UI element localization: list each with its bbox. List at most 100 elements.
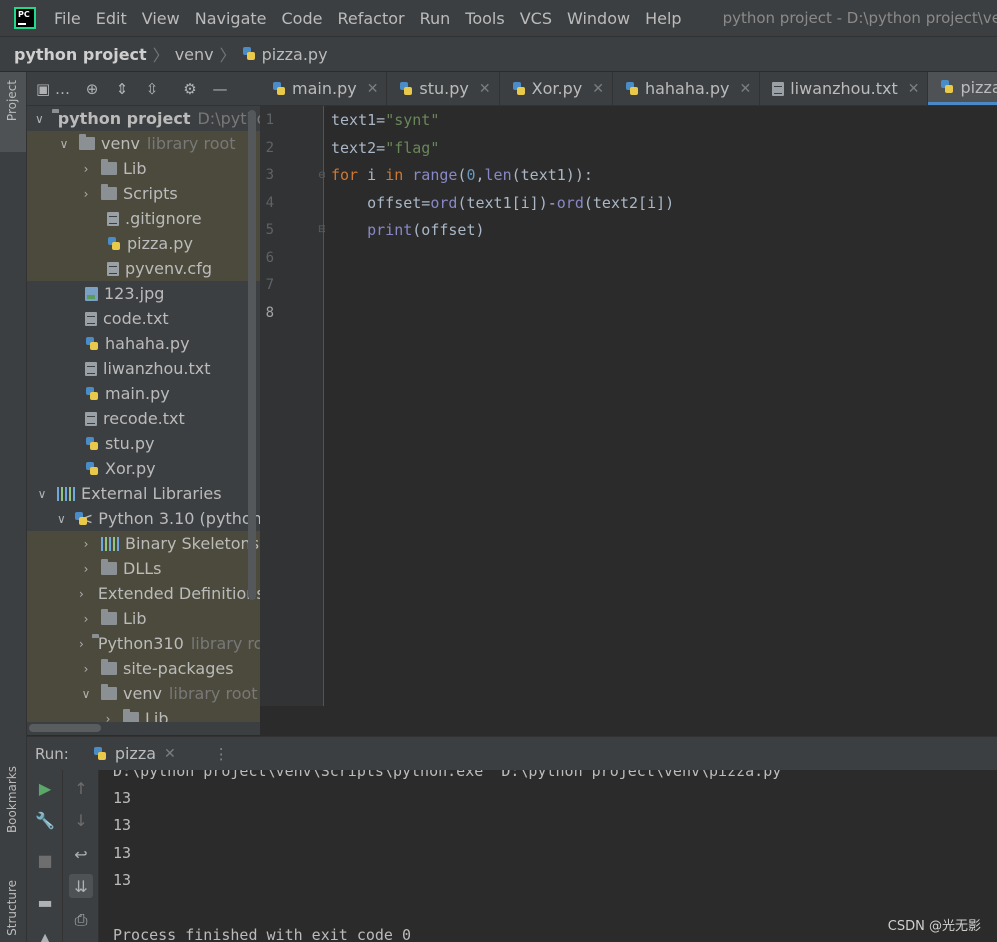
- tree-item-lib[interactable]: › Lib: [27, 156, 260, 181]
- rerun-icon[interactable]: ▶: [33, 776, 57, 800]
- tab-liwanzhou-txt[interactable]: liwanzhou.txt ✕: [760, 72, 929, 105]
- bookmarks-tool-tab[interactable]: Bookmarks: [5, 766, 19, 833]
- tree-item-liwanzhou-txt[interactable]: liwanzhou.txt: [27, 356, 260, 381]
- line-number: 2: [265, 140, 274, 156]
- structure-tool-tab[interactable]: Structure: [5, 880, 19, 936]
- arrow-up-icon[interactable]: ↑: [69, 776, 93, 800]
- tree-item-scripts[interactable]: › Scripts: [27, 181, 260, 206]
- menu-run[interactable]: Run: [420, 9, 451, 28]
- image-file-icon: [85, 286, 98, 301]
- menu-view[interactable]: View: [142, 9, 180, 28]
- tree-horizontal-scrollbar[interactable]: [27, 722, 260, 735]
- pin-icon[interactable]: ▲: [33, 926, 57, 942]
- close-icon[interactable]: ✕: [479, 81, 491, 97]
- line-number: 6: [265, 250, 274, 266]
- wrench-icon[interactable]: 🔧: [33, 808, 57, 832]
- print-icon[interactable]: ⎙: [69, 908, 93, 932]
- tab-main-py[interactable]: main.py ✕: [260, 72, 388, 105]
- tree-item-pizza-py[interactable]: pizza.py: [27, 231, 260, 256]
- tree-item-lib-3[interactable]: › Lib: [27, 706, 260, 722]
- tree-item-venv[interactable]: ∨ venv library root: [27, 131, 260, 156]
- chevron-down-icon[interactable]: ∨: [57, 512, 66, 526]
- tree-item-label: pyvenv.cfg: [125, 259, 212, 278]
- hide-icon[interactable]: —: [207, 76, 233, 102]
- layout-icon[interactable]: ▬: [33, 890, 57, 914]
- collapse-all-icon[interactable]: ⇳: [139, 76, 165, 102]
- tree-item-lib-2[interactable]: › Lib: [27, 606, 260, 631]
- stop-icon[interactable]: ■: [33, 848, 57, 872]
- menu-refactor[interactable]: Refactor: [337, 9, 404, 28]
- tree-item-stu-py[interactable]: stu.py: [27, 431, 260, 456]
- tree-vertical-scrollbar[interactable]: [248, 106, 258, 716]
- menu-window[interactable]: Window: [567, 9, 630, 28]
- menu-file[interactable]: File: [54, 9, 81, 28]
- menu-navigate[interactable]: Navigate: [195, 9, 267, 28]
- chevron-right-icon[interactable]: ›: [79, 612, 93, 626]
- menu-tools[interactable]: Tools: [465, 9, 504, 28]
- menu-edit[interactable]: Edit: [96, 9, 127, 28]
- gear-icon[interactable]: ⚙: [177, 76, 203, 102]
- tree-item-xor-py[interactable]: Xor.py: [27, 456, 260, 481]
- tree-item-python-project[interactable]: ∨python projectD:\python project: [27, 106, 260, 131]
- tree-item-python-sdk[interactable]: ∨ < Python 3.10 (python project) >: [27, 506, 260, 531]
- tree-item-hahaha-py[interactable]: hahaha.py: [27, 331, 260, 356]
- tab-hahaha-py[interactable]: hahaha.py ✕: [613, 72, 761, 105]
- tree-item-external-libraries[interactable]: ∨ External Libraries: [27, 481, 260, 506]
- project-view-selector[interactable]: ▣ …: [31, 76, 75, 102]
- more-icon[interactable]: ⋮: [214, 745, 229, 763]
- chevron-right-icon[interactable]: ›: [79, 537, 93, 551]
- tree-item-main-py[interactable]: main.py: [27, 381, 260, 406]
- menu-code[interactable]: Code: [282, 9, 323, 28]
- close-icon[interactable]: ✕: [592, 81, 604, 97]
- expand-all-icon[interactable]: ⇕: [109, 76, 135, 102]
- code-editor[interactable]: text1="synt" text2="flag" for i in range…: [325, 106, 997, 706]
- breadcrumb-venv[interactable]: venv: [175, 45, 214, 64]
- close-icon[interactable]: ✕: [739, 81, 751, 97]
- tab-stu-py[interactable]: stu.py ✕: [387, 72, 500, 105]
- scroll-to-end-icon[interactable]: ⇊: [69, 874, 93, 898]
- python-file-icon: [625, 81, 639, 96]
- tree-item-python310[interactable]: ›Python310library root: [27, 631, 260, 656]
- chevron-right-icon[interactable]: ›: [79, 587, 84, 601]
- tab-label: liwanzhou.txt: [790, 79, 898, 98]
- tree-item-site-packages[interactable]: › site-packages: [27, 656, 260, 681]
- run-console[interactable]: D:\python project\venv\Scripts\python.ex…: [100, 770, 997, 942]
- breadcrumb-file[interactable]: pizza.py: [262, 45, 328, 64]
- chevron-right-icon[interactable]: ›: [101, 712, 115, 723]
- close-icon[interactable]: ✕: [908, 81, 920, 97]
- chevron-down-icon[interactable]: ∨: [35, 112, 44, 126]
- tree-item-pyvenv-cfg[interactable]: pyvenv.cfg: [27, 256, 260, 281]
- tree-item-dlls[interactable]: › DLLs: [27, 556, 260, 581]
- menu-vcs[interactable]: VCS: [520, 9, 552, 28]
- tree-item-recode-txt[interactable]: recode.txt: [27, 406, 260, 431]
- arrow-down-icon[interactable]: ↓: [69, 808, 93, 832]
- locate-icon[interactable]: ⊕: [79, 76, 105, 102]
- close-icon[interactable]: ✕: [367, 81, 379, 97]
- chevron-down-icon[interactable]: ∨: [57, 137, 71, 151]
- chevron-right-icon[interactable]: ›: [79, 637, 84, 651]
- tree-item-extended-definitions[interactable]: › Extended Definitions: [27, 581, 260, 606]
- breadcrumb-separator-icon: 〉: [219, 46, 236, 65]
- tree-item-code-txt[interactable]: code.txt: [27, 306, 260, 331]
- breadcrumb-project[interactable]: python project: [14, 45, 147, 64]
- chevron-right-icon[interactable]: ›: [79, 562, 93, 576]
- tree-item-label: Python310: [97, 634, 184, 653]
- chevron-right-icon[interactable]: ›: [79, 162, 93, 176]
- run-tab-pizza[interactable]: pizza ✕: [93, 744, 176, 763]
- tree-item-venv-2[interactable]: ∨ venv library root: [27, 681, 260, 706]
- console-output-line: 13: [113, 789, 132, 807]
- folder-icon: [101, 609, 117, 625]
- close-icon[interactable]: ✕: [164, 746, 176, 762]
- soft-wrap-icon[interactable]: ↩: [69, 842, 93, 866]
- tab-pizza-py[interactable]: pizza.py: [928, 72, 997, 105]
- chevron-down-icon[interactable]: ∨: [79, 687, 93, 701]
- tree-item-123-jpg[interactable]: 123.jpg: [27, 281, 260, 306]
- menu-help[interactable]: Help: [645, 9, 681, 28]
- chevron-right-icon[interactable]: ›: [79, 187, 93, 201]
- project-tool-tab[interactable]: Project: [5, 80, 19, 121]
- chevron-right-icon[interactable]: ›: [79, 662, 93, 676]
- tree-item-binary-skeletons[interactable]: › Binary Skeletons: [27, 531, 260, 556]
- chevron-down-icon[interactable]: ∨: [35, 487, 49, 501]
- tree-item-gitignore[interactable]: .gitignore: [27, 206, 260, 231]
- tab-xor-py[interactable]: Xor.py ✕: [500, 72, 613, 105]
